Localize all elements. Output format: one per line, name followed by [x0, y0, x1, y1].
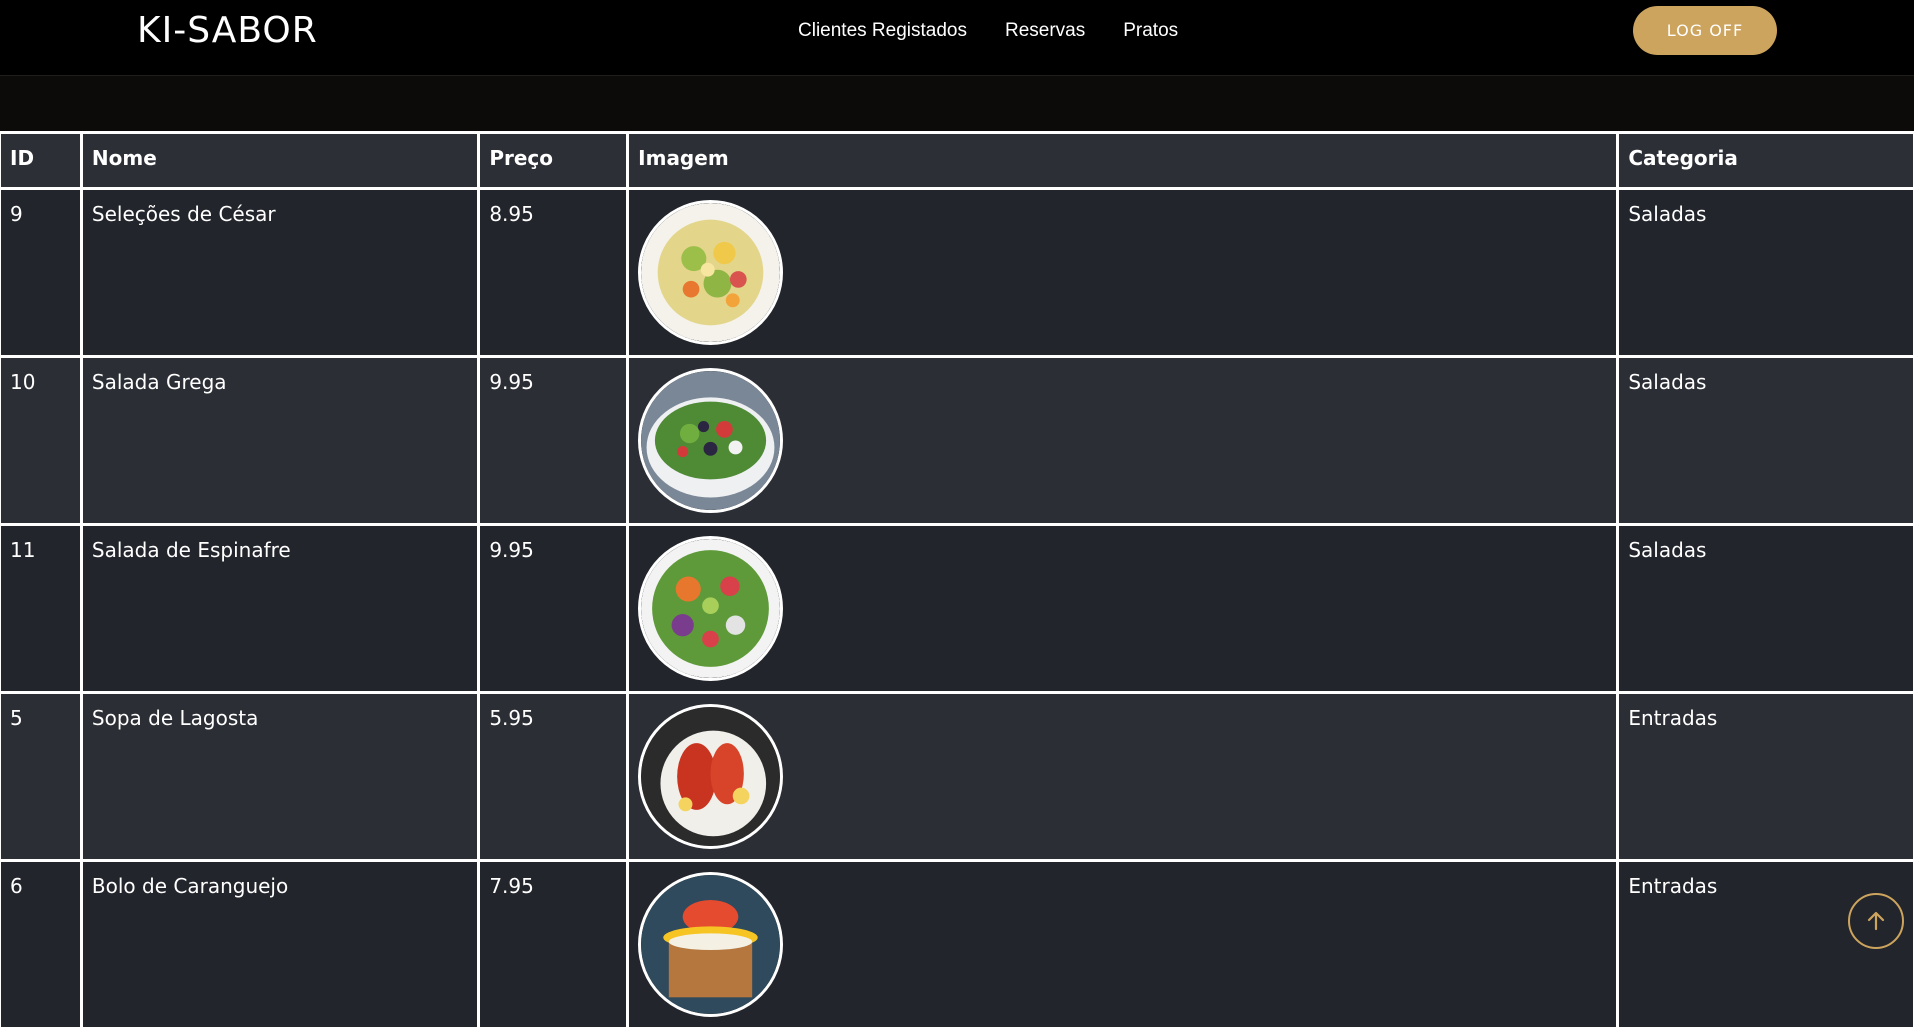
column-header-id: ID: [0, 131, 83, 190]
nav-link-pratos[interactable]: Pratos: [1123, 20, 1178, 42]
cell-id: 11: [0, 523, 83, 694]
cell-nome: Bolo de Caranguejo: [79, 859, 481, 1030]
caesar-salad-image: [638, 200, 784, 345]
lobster-dish-image: [638, 704, 784, 849]
table-row: 5 Sopa de Lagosta 5.95 Entradas: [0, 691, 1914, 862]
cell-nome: Salada de Espinafre: [79, 523, 481, 694]
cell-categoria: Entradas: [1616, 691, 1914, 862]
back-to-top-button[interactable]: [1848, 893, 1904, 949]
table-row: 9 Seleções de César 8.95 Saladas: [0, 187, 1914, 358]
cell-nome: Salada Grega: [79, 355, 481, 526]
logoff-button[interactable]: LOG OFF: [1633, 6, 1777, 55]
cell-id: 10: [0, 355, 83, 526]
nav-link-clientes[interactable]: Clientes Registados: [798, 20, 967, 42]
column-header-preco: Preço: [477, 131, 630, 190]
cell-imagem: [626, 187, 1620, 358]
nav-link-reservas[interactable]: Reservas: [1005, 20, 1085, 42]
table-row: 11 Salada de Espinafre 9.95 Saladas: [0, 523, 1914, 694]
cell-id: 5: [0, 691, 83, 862]
cell-nome: Sopa de Lagosta: [79, 691, 481, 862]
cell-imagem: [626, 691, 1620, 862]
cell-preco: 8.95: [477, 187, 630, 358]
greek-salad-image: [638, 368, 784, 513]
column-header-imagem: Imagem: [626, 131, 1620, 190]
cell-categoria: Saladas: [1616, 355, 1914, 526]
top-navbar: KI-SABOR Clientes Registados Reservas Pr…: [0, 0, 1914, 76]
main-nav: Clientes Registados Reservas Pratos: [798, 20, 1178, 42]
site-logo[interactable]: KI-SABOR: [137, 10, 318, 51]
cell-imagem: [626, 523, 1620, 694]
cell-preco: 9.95: [477, 355, 630, 526]
cell-imagem: [626, 355, 1620, 526]
cell-categoria: Saladas: [1616, 187, 1914, 358]
arrow-up-icon: [1867, 911, 1885, 931]
cell-nome: Seleções de César: [79, 187, 481, 358]
table-row: 10 Salada Grega 9.95 Saladas: [0, 355, 1914, 526]
header-spacer: [0, 77, 1914, 132]
cell-imagem: [626, 859, 1620, 1030]
cell-id: 6: [0, 859, 83, 1030]
cell-preco: 7.95: [477, 859, 630, 1030]
table-header-row: ID Nome Preço Imagem Categoria: [0, 131, 1914, 190]
crab-cake-image: [638, 872, 784, 1017]
dishes-table: ID Nome Preço Imagem Categoria 9 Seleçõe…: [0, 131, 1914, 1030]
table-row: 6 Bolo de Caranguejo 7.95 Entradas: [0, 859, 1914, 1030]
cell-id: 9: [0, 187, 83, 358]
spinach-salad-image: [638, 536, 784, 681]
column-header-nome: Nome: [79, 131, 481, 190]
cell-preco: 9.95: [477, 523, 630, 694]
cell-preco: 5.95: [477, 691, 630, 862]
column-header-categoria: Categoria: [1616, 131, 1914, 190]
cell-categoria: Saladas: [1616, 523, 1914, 694]
